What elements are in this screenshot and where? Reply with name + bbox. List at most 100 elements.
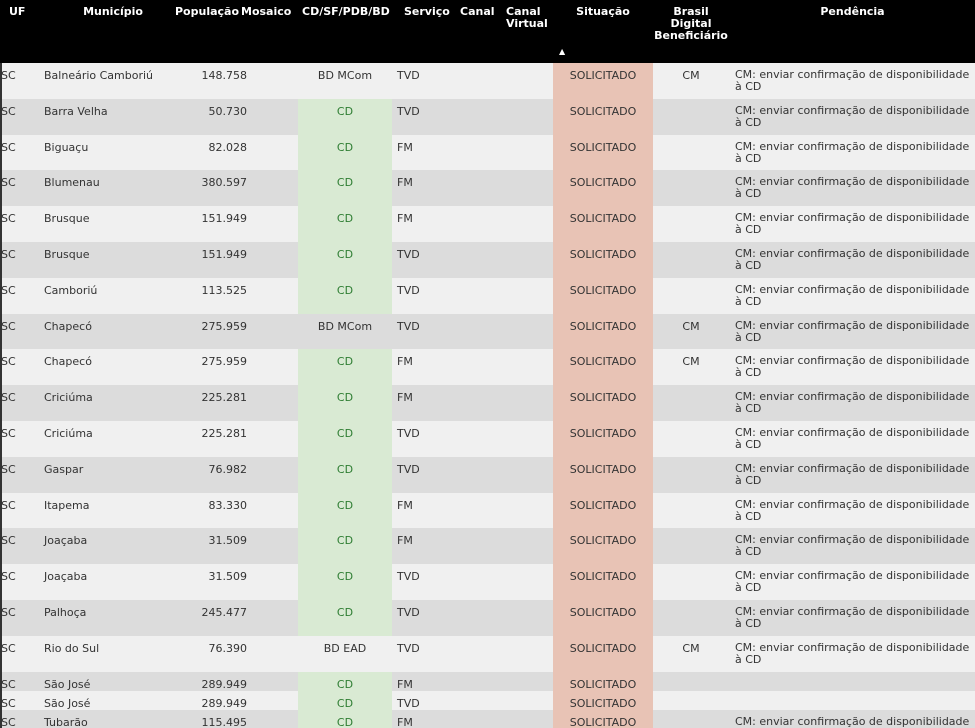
table-row[interactable]: SC Tubarão 115.495 CD FM SOLICITADO CM: enviar… <box>0 710 975 728</box>
cell-brasil-digital <box>653 135 729 171</box>
header-canal-virtual[interactable]: Canal Virtual <box>506 6 556 30</box>
cell-cd: CD <box>336 140 354 154</box>
cell-municipio: Brusque <box>44 248 90 261</box>
cell-canal-virtual <box>503 493 553 529</box>
table-row[interactable]: SC Chapecó 275.959 CD FM SOLICITADO CM CM: envi… <box>0 349 975 386</box>
cell-pendencia: CM: enviar confirmação de disponibilidad… <box>735 640 970 666</box>
cell-servico: FM <box>397 212 413 226</box>
cell-situacao: SOLICITADO <box>569 140 637 154</box>
cell-cd: CD <box>336 355 354 369</box>
cell-cd: CD <box>336 498 354 512</box>
cell-pendencia <box>735 672 973 691</box>
header-brasil-digital[interactable]: Brasil Digital Beneficiário <box>653 6 729 42</box>
cell-canal-virtual <box>503 314 553 350</box>
cell-canal <box>455 314 499 350</box>
table-row[interactable]: SC Barra Velha 50.730 CD TVD SOLICITADO CM: en… <box>0 98 975 135</box>
table-row[interactable]: SC Criciúma 225.281 CD TVD SOLICITADO CM: envi… <box>0 421 975 457</box>
cell-canal <box>455 421 499 457</box>
table-row[interactable]: SC São José 289.949 CD FM SOLICITADO <box>0 671 975 691</box>
cell-brasil-digital <box>653 99 729 135</box>
cell-uf: SC <box>1 641 16 655</box>
cell-canal-virtual <box>503 457 553 493</box>
header-uf[interactable]: UF <box>9 6 33 18</box>
cell-canal-virtual <box>503 421 553 457</box>
header-canal[interactable]: Canal <box>460 6 500 18</box>
cell-canal <box>455 528 499 564</box>
cell-situacao: SOLICITADO <box>569 283 637 297</box>
cell-mosaico <box>252 63 296 99</box>
cell-pendencia: CM: enviar confirmação de disponibilidad… <box>735 139 970 165</box>
table-row[interactable]: SC Joaçaba 31.509 CD TVD SOLICITADO CM: enviar… <box>0 564 975 600</box>
table-row[interactable]: SC Palhoça 245.477 CD TVD SOLICITADO CM: envia… <box>0 600 975 636</box>
cell-cd: CD <box>336 697 354 710</box>
table-row[interactable]: SC Camboriú 113.525 CD TVD SOLICITADO CM: envi… <box>0 277 975 314</box>
cell-servico: TVD <box>397 319 420 333</box>
cell-situacao: SOLICITADO <box>569 69 637 82</box>
table-row[interactable]: SC Blumenau 380.597 CD FM SOLICITADO CM: envia… <box>0 170 975 207</box>
cell-cd: CD <box>336 534 354 548</box>
cell-municipio: Itapema <box>44 498 90 512</box>
cell-populacao: 380.597 <box>201 176 248 190</box>
cell-pendencia: CM: enviar confirmação de disponibilidad… <box>735 318 970 344</box>
cell-uf: SC <box>1 140 16 154</box>
cell-municipio: Joaçaba <box>44 570 88 584</box>
header-servico[interactable]: Serviço <box>404 6 454 18</box>
cell-canal <box>455 385 499 421</box>
cell-brasil-digital: CM <box>682 319 700 333</box>
cell-cd: CD <box>336 462 354 476</box>
cell-municipio: Brusque <box>44 212 90 226</box>
header-situacao[interactable]: Situação <box>553 6 653 18</box>
cell-situacao: SOLICITADO <box>569 176 637 190</box>
cell-uf: SC <box>1 716 16 728</box>
header-cd[interactable]: CD/SF/PDB/BD <box>302 6 396 18</box>
cell-mosaico <box>252 710 296 728</box>
cell-pendencia: CM: enviar confirmação de disponibilidad… <box>735 354 970 380</box>
cell-canal <box>455 242 499 278</box>
cell-uf: SC <box>1 427 16 440</box>
table-row[interactable]: SC Biguaçu 82.028 CD FM SOLICITADO CM: enviar … <box>0 134 975 171</box>
cell-municipio: Criciúma <box>44 391 93 405</box>
cell-situacao: SOLICITADO <box>569 248 637 261</box>
table-row[interactable]: SC Balneário Camboriú 148.758 BD MCom TVD SOL… <box>0 63 975 99</box>
table-row[interactable]: SC Rio do Sul 76.390 BD EAD TVD SOLICITADO CM C… <box>0 635 975 672</box>
cell-canal <box>455 691 499 710</box>
cell-canal-virtual <box>503 564 553 600</box>
table-row[interactable]: SC Criciúma 225.281 CD FM SOLICITADO CM: envia… <box>0 385 975 421</box>
cell-pendencia: CM: enviar confirmação de disponibilidad… <box>735 282 970 308</box>
cell-servico: TVD <box>397 462 420 476</box>
cell-mosaico <box>252 314 296 350</box>
header-populacao[interactable]: População <box>175 6 239 18</box>
cell-populacao: 76.390 <box>208 641 248 655</box>
cell-municipio: Balneário Camboriú <box>44 69 154 82</box>
header-pendencia[interactable]: Pendência <box>730 6 975 18</box>
table-row[interactable]: SC Joaçaba 31.509 CD FM SOLICITADO CM: enviar … <box>0 528 975 565</box>
table-row[interactable]: SC São José 289.949 CD TVD SOLICITADO <box>0 691 975 711</box>
cell-municipio: Chapecó <box>44 319 92 333</box>
table-row[interactable]: SC Brusque 151.949 CD TVD SOLICITADO CM: envia… <box>0 242 975 278</box>
table-row[interactable]: SC Itapema 83.330 CD FM SOLICITADO CM: enviar … <box>0 492 975 529</box>
cell-canal <box>455 710 499 728</box>
header-mosaico[interactable]: Mosaico <box>241 6 297 18</box>
cell-cd: CD <box>336 570 354 584</box>
sort-ascending-icon[interactable]: ▲ <box>559 47 565 56</box>
cell-uf: SC <box>1 677 16 691</box>
cell-situacao: SOLICITADO <box>569 498 637 512</box>
cell-uf: SC <box>1 104 16 118</box>
cell-populacao: 31.509 <box>208 570 248 584</box>
cell-pendencia <box>735 691 973 710</box>
cell-brasil-digital <box>653 206 729 242</box>
cell-pendencia: CM: enviar confirmação de disponibilidad… <box>735 247 970 272</box>
cell-cd: CD <box>336 283 354 297</box>
cell-situacao: SOLICITADO <box>569 427 637 440</box>
cell-servico: FM <box>397 534 413 548</box>
cell-canal <box>455 206 499 242</box>
table-row[interactable]: SC Gaspar 76.982 CD TVD SOLICITADO CM: enviar … <box>0 456 975 493</box>
cell-servico: TVD <box>397 104 420 118</box>
cell-canal-virtual <box>503 636 553 672</box>
table-row[interactable]: SC Chapecó 275.959 BD MCom TVD SOLICITADO CM CM… <box>0 313 975 350</box>
header-municipio[interactable]: Município <box>68 6 158 18</box>
table-row[interactable]: SC Brusque 151.949 CD FM SOLICITADO CM: enviar… <box>0 206 975 242</box>
cell-canal <box>455 278 499 314</box>
cell-uf: SC <box>1 319 16 333</box>
cell-municipio: São José <box>44 677 91 691</box>
